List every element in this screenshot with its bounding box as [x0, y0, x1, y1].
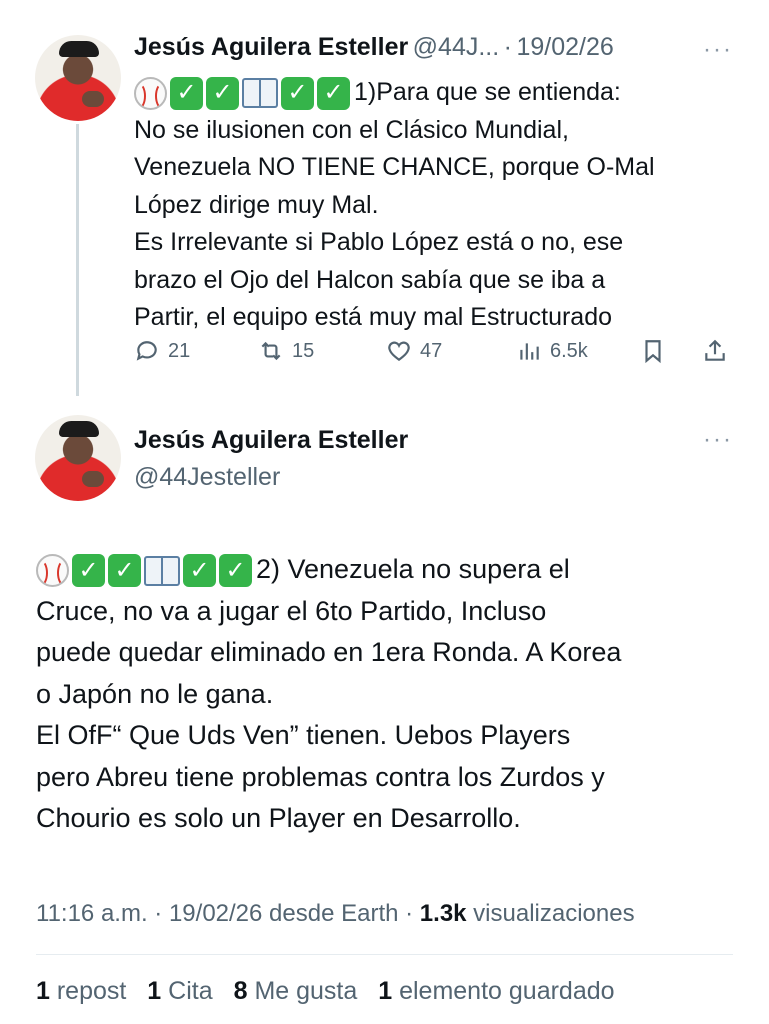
- open-book-icon: [144, 555, 180, 586]
- check-mark-icon: ✓: [170, 76, 203, 110]
- check-mark-icon: ✓: [317, 76, 350, 110]
- stat-label: repost: [56, 977, 127, 1005]
- stat-label: elemento guardado: [399, 977, 615, 1005]
- repost-count: 15: [292, 339, 315, 362]
- author-name[interactable]: Jesús Aguilera Esteller: [134, 426, 408, 455]
- check-mark-icon: ✓: [281, 76, 314, 110]
- tweet-line: 1)Para que se entienda:: [354, 78, 621, 106]
- views-count: 1.3k: [419, 900, 467, 927]
- open-book-icon: [242, 78, 278, 109]
- baseball-icon: [134, 76, 167, 110]
- views-label: visualizaciones: [466, 900, 635, 927]
- tweet-line: Es Irrelevante si Pablo López está o no,…: [134, 228, 624, 256]
- tweet-2-text: ✓ ✓ ✓ ✓ 2) Venezuela no supera el Cruce,…: [36, 549, 621, 840]
- more-options-icon[interactable]: ···: [703, 426, 733, 454]
- divider: [36, 954, 733, 955]
- tweet-line: Cruce, no va a jugar el 6to Partido, Inc…: [36, 595, 547, 626]
- tweet-line: Partir, el equipo está muy mal Estructur…: [134, 303, 613, 331]
- thread-connector-line: [76, 124, 79, 396]
- bookmark-button[interactable]: [640, 338, 666, 364]
- author-handle[interactable]: @44Jesteller: [134, 463, 408, 492]
- stat-likes[interactable]: 8 Me gusta: [234, 977, 358, 1005]
- stat-bookmarks[interactable]: 1 elemento guardado: [378, 977, 614, 1005]
- tweet-line: Venezuela NO TIENE CHANCE, porque O-Mal: [134, 153, 655, 181]
- tweet-line: No se ilusionen con el Clásico Mundial,: [134, 115, 569, 144]
- timestamp-text: 11:16 a.m. · 19/02/26 desde Earth ·: [36, 900, 420, 927]
- tweet-line: puede quedar eliminado en 1era Ronda. A …: [36, 637, 622, 667]
- tweet-line: o Japón no le gana.: [36, 678, 274, 709]
- tweet-line: El OfF“ Que Uds Ven” tienen. Uebos Playe…: [36, 720, 571, 750]
- tweet-date[interactable]: 19/02/26: [516, 33, 613, 61]
- emoji-row: ✓ ✓ ✓ ✓: [36, 554, 252, 588]
- share-icon: [705, 339, 725, 361]
- tweet-thread-page: Jesús Aguilera Esteller @44J... · 19/02/…: [0, 0, 769, 1024]
- engagement-stats: 1 repost 1 Cita 8 Me gusta 1 elemento gu…: [36, 977, 629, 1006]
- stat-count: 1: [36, 977, 50, 1005]
- stat-label: Cita: [168, 977, 213, 1005]
- repost-icon: [261, 341, 281, 361]
- views-icon: [520, 343, 539, 360]
- meta-separator: ·: [503, 33, 512, 61]
- tweet-2-header: Jesús Aguilera Esteller @44Jesteller: [134, 426, 408, 492]
- check-mark-icon: ✓: [108, 554, 141, 588]
- tweet-line: 2) Venezuela no supera el: [256, 554, 570, 584]
- tweet-timestamp[interactable]: 11:16 a.m. · 19/02/26 desde Earth · 1.3k…: [36, 900, 635, 928]
- baseball-icon: [36, 554, 69, 588]
- like-icon: [388, 341, 410, 361]
- stat-label: Me gusta: [254, 977, 358, 1005]
- tweet-1-text: ✓ ✓ ✓ ✓ 1)Para que se entienda: No se il…: [134, 74, 655, 337]
- tweet-line: brazo el Ojo del Halcon sabía que se iba…: [134, 265, 606, 294]
- reply-icon: [136, 341, 157, 361]
- views-button[interactable]: 6.5k: [516, 338, 588, 364]
- like-button[interactable]: 47: [386, 338, 442, 364]
- tweet-1-header: Jesús Aguilera Esteller @44J... · 19/02/…: [134, 33, 614, 62]
- stat-count: 8: [233, 977, 248, 1005]
- more-options-icon[interactable]: ···: [703, 36, 733, 64]
- stat-quotes[interactable]: 1 Cita: [147, 977, 212, 1005]
- author-name[interactable]: Jesús Aguilera Esteller: [134, 33, 408, 61]
- tweet-line: pero Abreu tiene problemas contra los Zu…: [36, 761, 605, 792]
- tweet-line: Chourio es solo un Player en Desarrollo.: [36, 803, 521, 833]
- check-mark-icon: ✓: [72, 554, 105, 588]
- bookmark-icon: [645, 340, 661, 364]
- stat-count: 1: [378, 977, 393, 1005]
- check-mark-icon: ✓: [219, 554, 252, 588]
- share-button[interactable]: [702, 338, 728, 364]
- avatar[interactable]: [35, 415, 121, 501]
- check-mark-icon: ✓: [206, 76, 239, 110]
- stat-count: 1: [147, 977, 162, 1005]
- reply-count: 21: [168, 339, 191, 362]
- avatar[interactable]: [35, 35, 121, 121]
- tweet-1-action-bar: 21 15 47 6.5k: [134, 338, 734, 372]
- reply-button[interactable]: 21: [134, 338, 190, 364]
- emoji-row: ✓ ✓ ✓ ✓: [134, 76, 350, 110]
- stat-reposts[interactable]: 1 repost: [36, 977, 126, 1005]
- tweet-line: López dirige muy Mal.: [134, 190, 379, 219]
- author-handle[interactable]: @44J...: [413, 33, 500, 61]
- views-count: 6.5k: [550, 339, 588, 362]
- check-mark-icon: ✓: [183, 554, 216, 588]
- repost-button[interactable]: 15: [258, 338, 314, 364]
- like-count: 47: [420, 339, 443, 362]
